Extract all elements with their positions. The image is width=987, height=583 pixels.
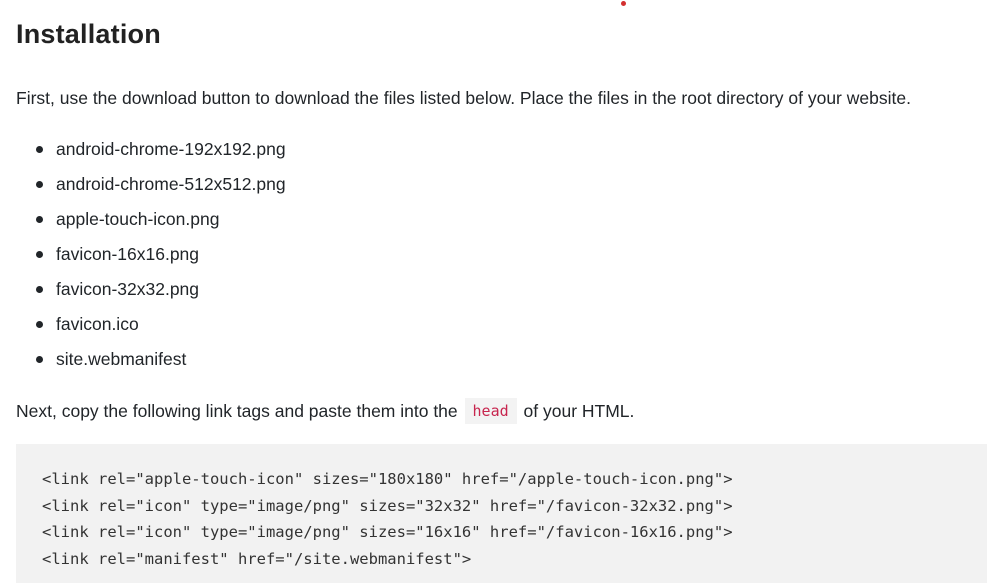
file-name: favicon-16x16.png xyxy=(56,244,200,264)
bullet-icon xyxy=(36,216,43,223)
code-line: <link rel="icon" type="image/png" sizes=… xyxy=(42,523,733,541)
bullet-icon xyxy=(36,181,43,188)
red-indicator-dot xyxy=(621,1,626,6)
file-name: site.webmanifest xyxy=(56,349,187,369)
intro-paragraph: First, use the download button to downlo… xyxy=(16,88,911,108)
list-item: android-chrome-192x192.png xyxy=(16,137,286,172)
next-step-paragraph: Next, copy the following link tags and p… xyxy=(16,397,634,425)
list-item: site.webmanifest xyxy=(16,347,286,382)
file-name: favicon-32x32.png xyxy=(56,279,200,299)
inline-code-head: head xyxy=(464,398,517,424)
list-item: favicon.ico xyxy=(16,312,286,347)
next-text-after: of your HTML. xyxy=(523,401,635,421)
list-item: favicon-16x16.png xyxy=(16,242,286,277)
list-item: android-chrome-512x512.png xyxy=(16,172,286,207)
bullet-icon xyxy=(36,356,43,363)
bullet-icon xyxy=(36,286,43,293)
bullet-icon xyxy=(36,321,43,328)
next-text-before: Next, copy the following link tags and p… xyxy=(16,401,458,421)
file-name: favicon.ico xyxy=(56,314,139,334)
bullet-icon xyxy=(36,146,43,153)
code-line: <link rel="manifest" href="/site.webmani… xyxy=(42,549,472,568)
file-name: android-chrome-192x192.png xyxy=(56,139,286,159)
code-block[interactable]: <link rel="apple-touch-icon" sizes="180x… xyxy=(16,444,987,583)
code-content: <link rel="apple-touch-icon" sizes="180x… xyxy=(42,466,987,572)
list-item: apple-touch-icon.png xyxy=(16,207,286,242)
file-name: android-chrome-512x512.png xyxy=(56,174,286,194)
code-line: <link rel="apple-touch-icon" sizes="180x… xyxy=(42,470,733,488)
list-item: favicon-32x32.png xyxy=(16,277,286,312)
file-name: apple-touch-icon.png xyxy=(56,209,220,229)
code-line: <link rel="icon" type="image/png" sizes=… xyxy=(42,496,733,515)
bullet-icon xyxy=(36,251,43,258)
page-title: Installation xyxy=(16,19,161,49)
file-list: android-chrome-192x192.png android-chrom… xyxy=(16,137,286,382)
